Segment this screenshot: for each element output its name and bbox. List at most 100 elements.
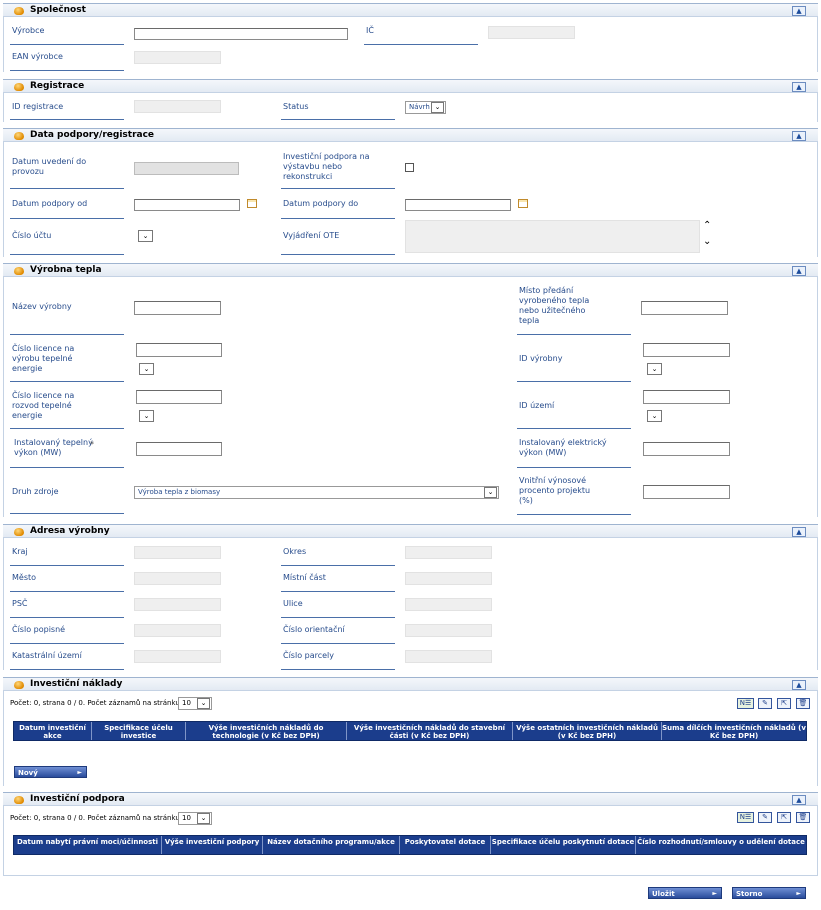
nazev-vyrobny-input[interactable] xyxy=(134,301,221,315)
label-underline xyxy=(10,467,124,468)
delete-icon[interactable]: 🗑 xyxy=(796,698,810,709)
calendar-icon[interactable] xyxy=(518,199,528,208)
label-underline xyxy=(281,591,395,592)
tepelny-vykon-input[interactable] xyxy=(136,442,222,456)
section-bullet-icon xyxy=(14,7,24,15)
vnitrni-vynosove-input[interactable] xyxy=(643,485,730,499)
edit-icon[interactable]: ✎ xyxy=(758,698,772,709)
ean-field xyxy=(134,51,221,64)
label-underline xyxy=(10,254,124,255)
licence-rozvod-input[interactable] xyxy=(136,390,222,404)
calendar-icon[interactable] xyxy=(247,199,257,208)
label-underline xyxy=(10,617,124,618)
column-header[interactable]: Specifikace účelu investice xyxy=(92,722,186,740)
label-datum-do: Datum podpory do xyxy=(283,199,359,208)
column-header[interactable]: Výše investičních nákladů do stavební čá… xyxy=(347,722,513,740)
chevron-down-icon: ⌄ xyxy=(484,487,497,498)
licence-vyroba-input[interactable] xyxy=(136,343,222,357)
collapse-button[interactable]: ▲ xyxy=(792,6,806,16)
label-underline xyxy=(281,188,395,189)
page-size-select[interactable]: 10 ⌄ xyxy=(178,697,212,710)
id-vyrobny-input[interactable] xyxy=(643,343,730,357)
section-bullet-icon xyxy=(14,681,24,689)
collapse-button[interactable]: ▲ xyxy=(792,266,806,276)
collapse-button[interactable]: ▲ xyxy=(792,795,806,805)
vyrobce-input[interactable] xyxy=(134,28,348,40)
label-vyjadreni-ote: Vyjádření OTE xyxy=(283,231,340,240)
new-button[interactable]: Nový ► xyxy=(14,766,87,778)
collapse-button[interactable]: ▲ xyxy=(792,82,806,92)
label-underline xyxy=(281,617,395,618)
label-licence-rozvod: Číslo licence na rozvod tepelné energie xyxy=(12,391,75,420)
label-underline xyxy=(10,119,124,120)
druh-zdroje-select[interactable]: Výroba tepla z biomasy ⌄ xyxy=(134,486,499,499)
id-uzemi-input[interactable] xyxy=(643,390,730,404)
label-underline xyxy=(364,44,478,45)
page-size-value: 10 xyxy=(182,814,191,822)
column-header[interactable]: Datum investiční akce xyxy=(14,722,92,740)
label-datum-od: Datum podpory od xyxy=(12,199,88,208)
id-vyrobny-dropdown[interactable]: ⌄ xyxy=(647,363,662,375)
label-cislo-orientacni: Číslo orientační xyxy=(283,625,345,634)
column-header[interactable]: Výše ostatních investičních nákladů (v K… xyxy=(513,722,662,740)
column-header[interactable]: Název dotačního programu/akce xyxy=(263,836,400,854)
arrow-right-icon: ► xyxy=(77,769,82,776)
licence-vyroba-dropdown[interactable]: ⌄ xyxy=(139,363,154,375)
section-title: Společnost xyxy=(30,5,86,15)
elektricky-vykon-input[interactable] xyxy=(643,442,730,456)
column-header[interactable]: Číslo rozhodnutí/smlouvy o udělení dotac… xyxy=(636,836,806,854)
collapse-button[interactable]: ▲ xyxy=(792,131,806,141)
new-row-icon[interactable]: N☰ xyxy=(737,812,754,823)
investicni-podpora-checkbox[interactable] xyxy=(405,163,414,172)
label-mistni-cast: Místní část xyxy=(283,573,326,582)
collapse-button[interactable]: ▲ xyxy=(792,680,806,690)
section-header-data-podpory: Data podpory/registrace ▲ xyxy=(3,128,818,142)
section-header-adresa: Adresa výrobny ▲ xyxy=(3,524,818,538)
column-header[interactable]: Specifikace účelu poskytnutí dotace xyxy=(491,836,636,854)
cislo-uctu-dropdown[interactable]: ⌄ xyxy=(138,230,153,242)
new-row-icon[interactable]: N☰ xyxy=(737,698,754,709)
label-id-uzemi: ID území xyxy=(519,401,555,410)
id-uzemi-dropdown[interactable]: ⌄ xyxy=(647,410,662,422)
vyjadreni-ote-textarea xyxy=(405,220,700,253)
export-icon[interactable]: ⇱ xyxy=(777,698,791,709)
delete-icon[interactable]: 🗑 xyxy=(796,812,810,823)
label-cislo-uctu: Číslo účtu xyxy=(12,231,52,240)
edit-icon[interactable]: ✎ xyxy=(758,812,772,823)
collapse-button[interactable]: ▲ xyxy=(792,527,806,537)
label-cislo-parcely: Číslo parcely xyxy=(283,651,335,660)
label-vnitrni-vynosove: Vnitřní výnosové procento projektu (%) xyxy=(519,476,591,505)
section-title: Adresa výrobny xyxy=(30,526,110,536)
chevron-down-icon: ⌄ xyxy=(431,102,444,113)
cancel-button[interactable]: Storno ► xyxy=(732,887,806,899)
column-header[interactable]: Datum nabytí právní moci/účinnosti xyxy=(14,836,162,854)
export-icon[interactable]: ⇱ xyxy=(777,812,791,823)
column-header[interactable]: Výše investiční podpory xyxy=(162,836,263,854)
column-header[interactable]: Poskytovatel dotace xyxy=(400,836,491,854)
column-header[interactable]: Výše investičních nákladů do technologie… xyxy=(186,722,347,740)
column-header[interactable]: Suma dílčích investičních nákladů (v Kč … xyxy=(662,722,806,740)
pager-text: Počet: 0, strana 0 / 0. Počet záznamů na… xyxy=(10,814,180,822)
label-kraj: Kraj xyxy=(12,547,28,556)
label-investicni-podpora: Investiční podpora na výstavbu nebo reko… xyxy=(283,152,370,181)
misto-predani-input[interactable] xyxy=(641,301,728,315)
ic-field xyxy=(488,26,575,39)
scroll-up-icon[interactable]: ⌃ xyxy=(703,220,711,231)
status-select[interactable]: Návrh ⌄ xyxy=(405,101,446,114)
save-button[interactable]: Uložit ► xyxy=(648,887,722,899)
label-katastralni-uzemi: Katastrální území xyxy=(12,651,82,660)
datum-od-input[interactable] xyxy=(134,199,240,211)
licence-rozvod-dropdown[interactable]: ⌄ xyxy=(139,410,154,422)
label-underline xyxy=(517,428,631,429)
label-underline xyxy=(10,334,124,335)
druh-zdroje-value: Výroba tepla z biomasy xyxy=(138,488,221,496)
page-size-select[interactable]: 10 ⌄ xyxy=(178,812,212,825)
psc-field xyxy=(134,598,221,611)
label-nazev-vyrobny: Název výrobny xyxy=(12,302,72,311)
datum-do-input[interactable] xyxy=(405,199,511,211)
scroll-down-icon[interactable]: ⌄ xyxy=(703,236,711,247)
cislo-popisne-field xyxy=(134,624,221,637)
label-ulice: Ulice xyxy=(283,599,303,608)
cislo-parcely-field xyxy=(405,650,492,663)
label-ean: EAN výrobce xyxy=(12,52,63,61)
